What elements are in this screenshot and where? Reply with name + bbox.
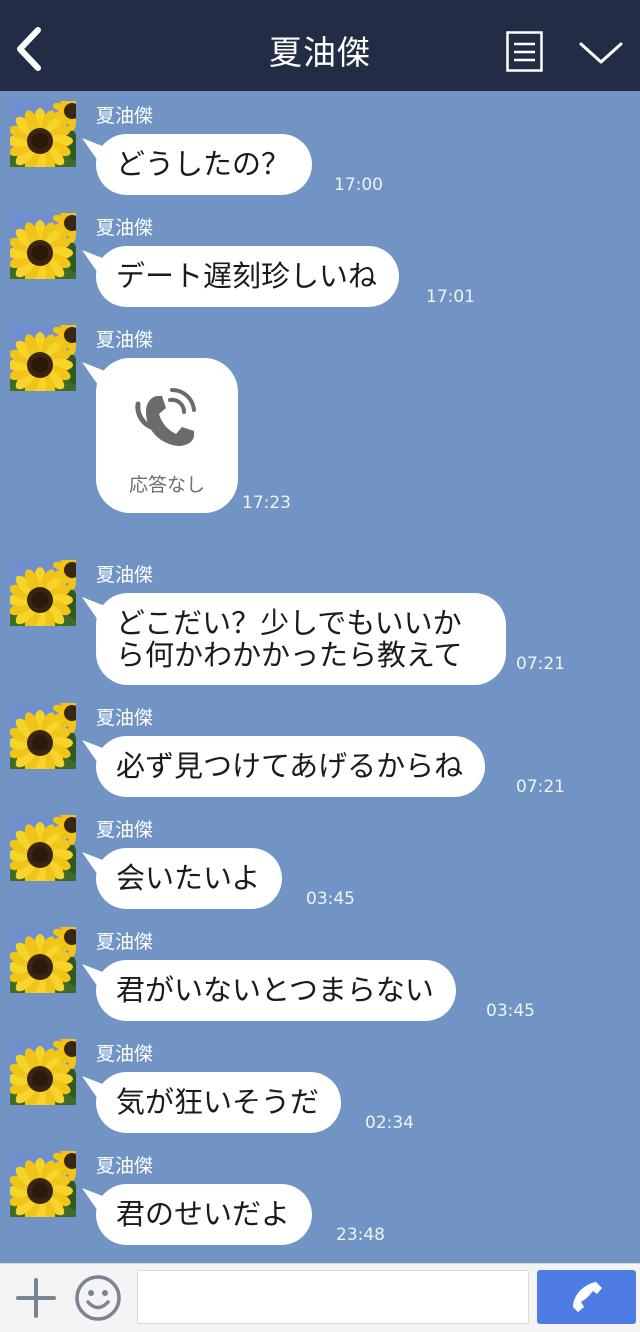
phone-icon xyxy=(573,1282,602,1312)
call-status-label: 応答なし xyxy=(128,474,205,496)
sender-name: 夏油傑 xyxy=(96,329,154,351)
message-time: 07:21 xyxy=(516,654,565,674)
sunflower-avatar-image xyxy=(10,560,76,626)
avatar[interactable] xyxy=(10,703,76,769)
message-time: 17:01 xyxy=(426,287,475,307)
sunflower-avatar-image xyxy=(10,927,76,993)
avatar[interactable] xyxy=(10,325,76,391)
chevron-down-icon[interactable] xyxy=(578,38,624,68)
sender-name: 夏油傑 xyxy=(96,105,154,127)
missed-call-bubble[interactable]: 応答なし xyxy=(96,358,238,513)
avatar[interactable] xyxy=(10,213,76,279)
sunflower-avatar-image xyxy=(10,815,76,881)
sender-name: 夏油傑 xyxy=(96,931,154,953)
message-bubble[interactable]: デート遅刻珍しいね xyxy=(96,246,400,307)
message-time: 17:23 xyxy=(242,493,291,513)
message-time: 03:45 xyxy=(486,1001,535,1021)
avatar[interactable] xyxy=(10,1151,76,1217)
sunflower-avatar-image xyxy=(10,1151,76,1217)
sender-name: 夏油傑 xyxy=(96,217,154,239)
message-time: 23:48 xyxy=(336,1225,385,1245)
message-bubble[interactable]: 君がいないとつまらない xyxy=(96,960,456,1021)
message-list[interactable]: 夏油傑 どうしたの？ 17:00 夏油傑 デート遅刻珍しいね 17:01 夏油傑 xyxy=(0,91,640,1263)
message-bubble[interactable]: 気が狂いそうだ xyxy=(96,1072,342,1133)
smiley-icon[interactable] xyxy=(74,1274,122,1322)
sunflower-avatar-image xyxy=(10,213,76,279)
sunflower-avatar-image xyxy=(10,703,76,769)
sunflower-avatar-image xyxy=(10,101,76,167)
message-time: 17:00 xyxy=(334,175,383,195)
call-button[interactable] xyxy=(537,1270,636,1324)
sunflower-avatar-image xyxy=(10,1039,76,1105)
avatar[interactable] xyxy=(10,927,76,993)
message-bubble[interactable]: どうしたの？ xyxy=(96,134,313,195)
avatar[interactable] xyxy=(10,101,76,167)
sender-name: 夏油傑 xyxy=(96,819,154,841)
message-bubble[interactable]: 必ず見つけてあげるからね xyxy=(96,736,486,797)
message-time: 02:34 xyxy=(365,1113,414,1133)
phone-missed-icon xyxy=(135,388,196,446)
notes-menu-icon[interactable] xyxy=(506,31,543,72)
chat-header: 夏油傑 xyxy=(0,0,640,91)
input-bar xyxy=(0,1263,640,1332)
message-time: 07:21 xyxy=(516,777,565,797)
message-bubble[interactable]: 君のせいだよ xyxy=(96,1184,313,1245)
message-bubble[interactable]: 会いたいよ xyxy=(96,848,283,909)
chat-title: 夏油傑 xyxy=(269,33,371,72)
plus-icon[interactable] xyxy=(14,1276,58,1320)
message-input[interactable] xyxy=(137,1270,529,1324)
message-bubble[interactable]: どこだい？少しでもいいから何かわかかったら教えて xyxy=(96,593,506,685)
sunflower-avatar-image xyxy=(10,325,76,391)
sender-name: 夏油傑 xyxy=(96,564,154,586)
avatar[interactable] xyxy=(10,560,76,626)
message-time: 03:45 xyxy=(306,889,355,909)
sender-name: 夏油傑 xyxy=(96,1155,154,1177)
avatar[interactable] xyxy=(10,1039,76,1105)
sender-name: 夏油傑 xyxy=(96,1043,154,1065)
sender-name: 夏油傑 xyxy=(96,707,154,729)
avatar[interactable] xyxy=(10,815,76,881)
